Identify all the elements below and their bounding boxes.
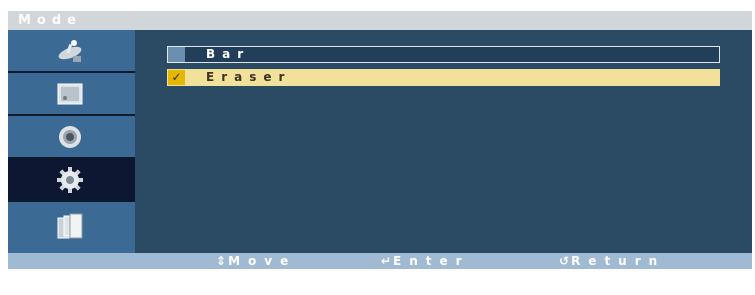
move-label: Move [228, 254, 297, 268]
footer-hints: ⇕ Move ↵ Enter ↺ Return [8, 253, 752, 269]
enter-icon: ↵ [381, 254, 392, 268]
sidebar [8, 30, 135, 253]
gear-icon [57, 167, 83, 193]
options-panel: Bar ✓ Eraser [135, 30, 752, 253]
osd-menu: Mode Bar ✓ Eraser ⇕ Move ↵ Enter ↺ Retur… [8, 11, 752, 269]
multi-screen-icon [57, 213, 83, 239]
sidebar-item-sound[interactable] [8, 116, 135, 159]
option-label: Bar [206, 47, 251, 61]
sidebar-item-multi-control[interactable] [8, 202, 135, 253]
option-bar[interactable]: Bar [167, 46, 720, 63]
satellite-dish-icon [58, 40, 82, 62]
move-hint: ⇕ Move [216, 253, 296, 269]
option-label: Eraser [206, 70, 292, 84]
option-eraser[interactable]: ✓ Eraser [167, 69, 720, 86]
return-label: Return [571, 254, 666, 268]
enter-label: Enter [393, 254, 470, 268]
picture-frame-icon [57, 83, 83, 105]
return-hint: ↺ Return [559, 253, 665, 269]
sidebar-item-picture[interactable] [8, 73, 135, 116]
move-arrows-icon: ⇕ [216, 254, 227, 268]
menu-title: Mode [18, 13, 82, 28]
enter-hint: ↵ Enter [381, 253, 470, 269]
option-indicator [168, 47, 185, 62]
speaker-icon [59, 126, 81, 148]
sidebar-item-setup[interactable] [8, 159, 135, 202]
checkmark-icon: ✓ [168, 70, 185, 85]
sidebar-item-input[interactable] [8, 30, 135, 73]
title-bar: Mode [8, 11, 752, 30]
return-icon: ↺ [559, 254, 570, 268]
